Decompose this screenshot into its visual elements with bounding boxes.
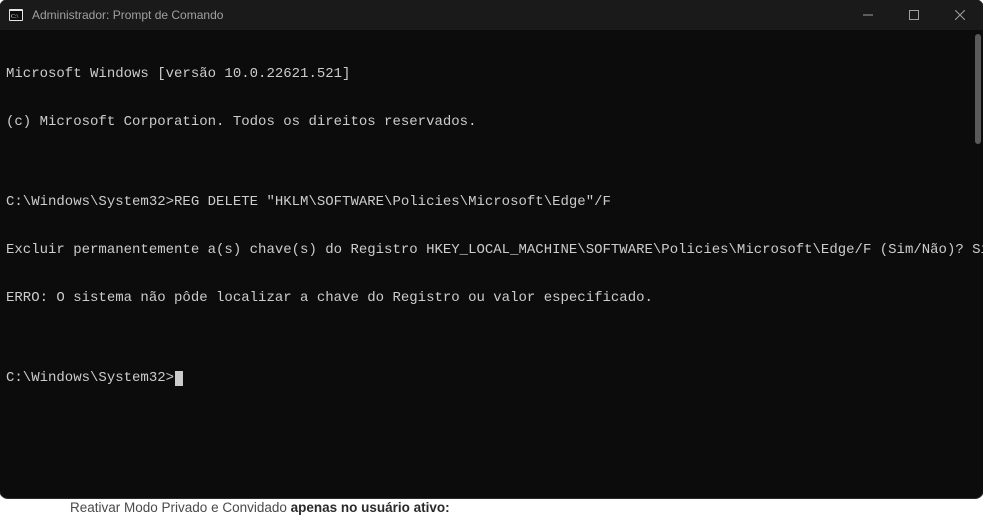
- terminal-prompt-line: C:\Windows\System32>: [6, 370, 975, 386]
- titlebar[interactable]: C:\ Administrador: Prompt de Comando: [0, 0, 983, 30]
- terminal-line: Excluir permanentemente a(s) chave(s) do…: [6, 242, 975, 258]
- bg-text-bold: apenas no usuário ativo:: [291, 500, 450, 515]
- bg-text-faint: Reativar Modo Privado e Convidado: [70, 500, 291, 515]
- terminal-area[interactable]: Microsoft Windows [versão 10.0.22621.521…: [0, 30, 983, 498]
- svg-text:C:\: C:\: [11, 14, 19, 20]
- terminal-cursor: [175, 371, 183, 386]
- window-controls: [845, 0, 983, 30]
- terminal-line: (c) Microsoft Corporation. Todos os dire…: [6, 114, 975, 130]
- window-title: Administrador: Prompt de Comando: [32, 0, 223, 30]
- cmd-icon: C:\: [8, 7, 24, 23]
- command-prompt-window: C:\ Administrador: Prompt de Comando Mic…: [0, 0, 983, 498]
- terminal-line: C:\Windows\System32>REG DELETE "HKLM\SOF…: [6, 194, 975, 210]
- terminal-prompt: C:\Windows\System32>: [6, 370, 174, 386]
- background-page-text: Reativar Modo Privado e Convidado apenas…: [70, 500, 450, 515]
- terminal-line: Microsoft Windows [versão 10.0.22621.521…: [6, 66, 975, 82]
- maximize-button[interactable]: [891, 0, 937, 30]
- scrollbar-thumb[interactable]: [975, 34, 981, 144]
- minimize-button[interactable]: [845, 0, 891, 30]
- close-button[interactable]: [937, 0, 983, 30]
- terminal-line: ERRO: O sistema não pôde localizar a cha…: [6, 290, 975, 306]
- titlebar-left: C:\ Administrador: Prompt de Comando: [0, 0, 845, 30]
- terminal-output[interactable]: Microsoft Windows [versão 10.0.22621.521…: [0, 30, 983, 498]
